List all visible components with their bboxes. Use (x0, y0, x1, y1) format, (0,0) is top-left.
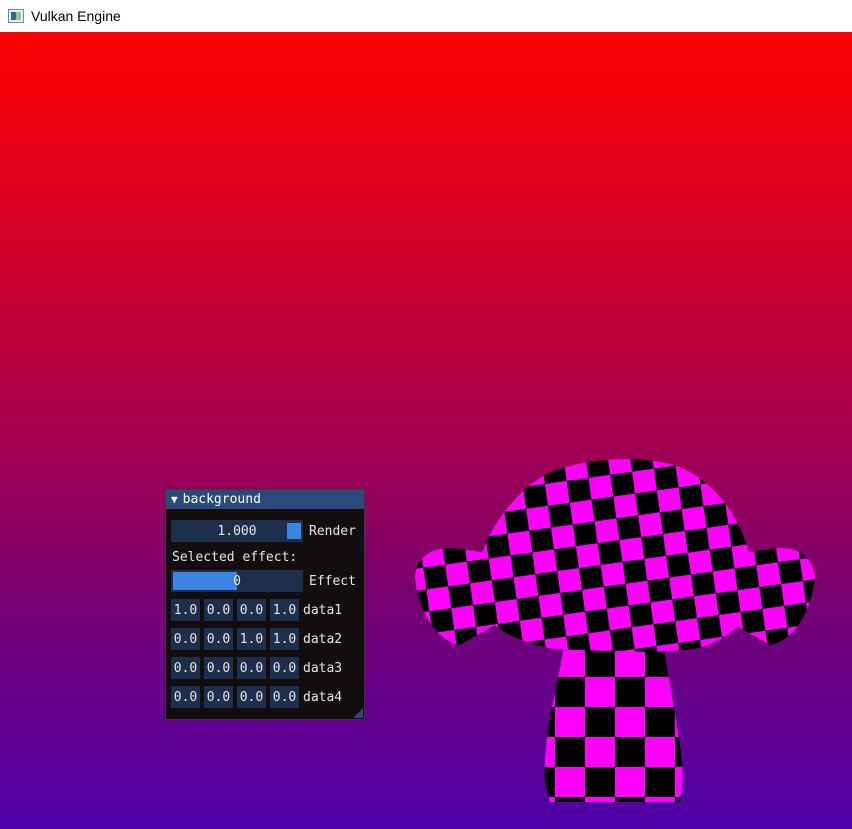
effect-row: 0 Effect (171, 570, 356, 592)
panel-title-bar[interactable]: ▼ background (166, 490, 364, 509)
triangle-down-icon[interactable]: ▼ (171, 493, 178, 506)
effect-label: Effect (309, 573, 356, 589)
effect-slider-fill (173, 572, 237, 590)
data1-w-field[interactable]: 1.0 (270, 599, 299, 621)
app-window-icon (8, 9, 24, 23)
data3-label: data3 (303, 660, 343, 676)
render-value: 1.000 (217, 523, 257, 539)
mesh-stem (544, 642, 683, 802)
resize-grip[interactable] (353, 708, 363, 718)
data1-x-field[interactable]: 1.0 (171, 599, 200, 621)
data3-y-field[interactable]: 0.0 (204, 657, 233, 679)
data3-x-field[interactable]: 0.0 (171, 657, 200, 679)
render-drag-float[interactable]: 1.000 (171, 520, 303, 542)
data3-w-field[interactable]: 0.0 (270, 657, 299, 679)
render-viewport: ▼ background 1.000 Render Selected effec… (0, 32, 852, 829)
data4-label: data4 (303, 689, 343, 705)
data2-label: data2 (303, 631, 343, 647)
render-slider-grab[interactable] (287, 523, 301, 539)
data1-label: data1 (303, 602, 343, 618)
data4-x-field[interactable]: 0.0 (171, 686, 200, 708)
effect-value: 0 (233, 573, 241, 589)
data2-row: 0.0 0.0 1.0 1.0 data2 (171, 628, 342, 650)
selected-effect-row: Selected effect: (172, 546, 297, 568)
data3-row: 0.0 0.0 0.0 0.0 data3 (171, 657, 342, 679)
checkered-monkey-mesh (415, 459, 815, 802)
data1-z-field[interactable]: 0.0 (237, 599, 266, 621)
render-label: Render (309, 523, 356, 539)
data4-row: 0.0 0.0 0.0 0.0 data4 (171, 686, 342, 708)
data2-z-field[interactable]: 1.0 (237, 628, 266, 650)
mesh-head (475, 459, 755, 652)
data2-w-field[interactable]: 1.0 (270, 628, 299, 650)
data1-row: 1.0 0.0 0.0 1.0 data1 (171, 599, 342, 621)
panel-title: background (182, 492, 261, 507)
data1-y-field[interactable]: 0.0 (204, 599, 233, 621)
data3-z-field[interactable]: 0.0 (237, 657, 266, 679)
window-title: Vulkan Engine (31, 8, 121, 24)
effect-slider[interactable]: 0 (171, 570, 303, 592)
window-titlebar: Vulkan Engine (0, 0, 852, 32)
render-row: 1.000 Render (171, 520, 356, 542)
data4-w-field[interactable]: 0.0 (270, 686, 299, 708)
selected-effect-label: Selected effect: (172, 549, 298, 565)
data4-z-field[interactable]: 0.0 (237, 686, 266, 708)
data2-x-field[interactable]: 0.0 (171, 628, 200, 650)
data2-y-field[interactable]: 0.0 (204, 628, 233, 650)
data4-y-field[interactable]: 0.0 (204, 686, 233, 708)
background-panel[interactable]: ▼ background 1.000 Render Selected effec… (165, 489, 365, 720)
